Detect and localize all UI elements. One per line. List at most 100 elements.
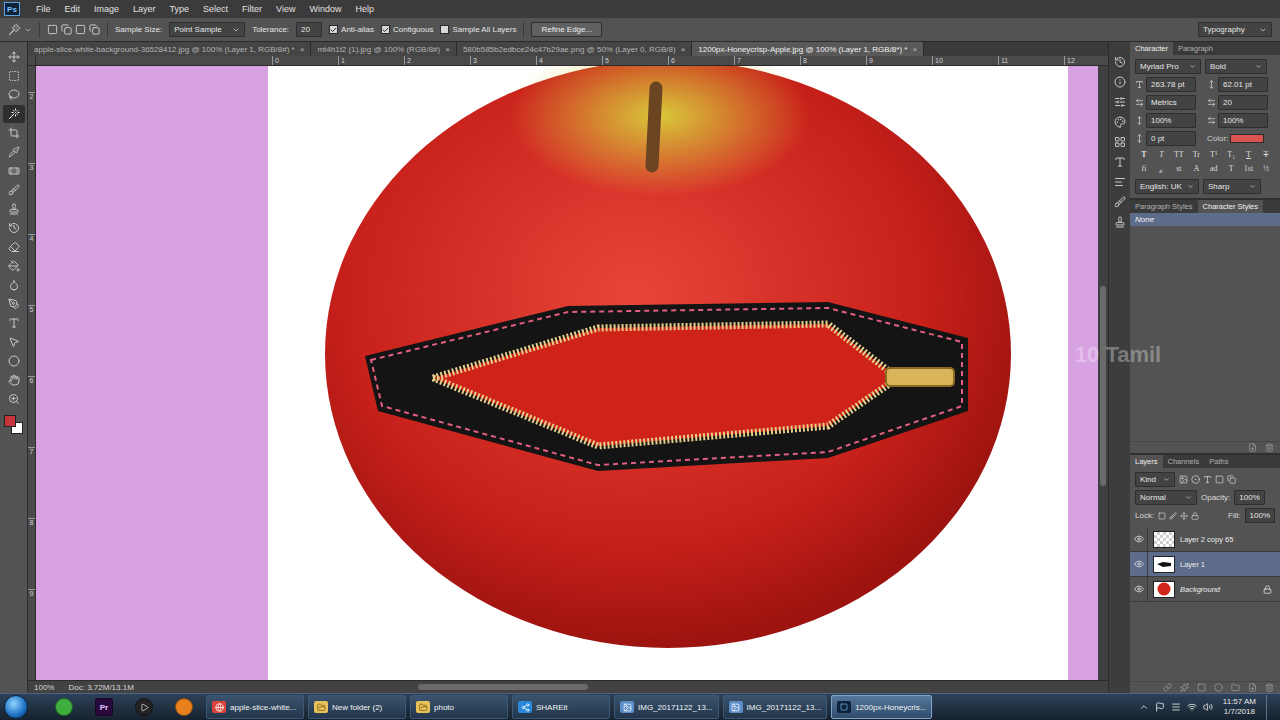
pinned-app[interactable]: Pr [86,695,122,720]
taskbar-window[interactable]: photo [410,695,508,719]
option-checkbox[interactable]: Contiguous [381,25,433,34]
tab-close[interactable]: × [445,45,450,54]
vertical-scrollbar[interactable] [1098,66,1108,680]
shape-filter-icon[interactable] [1215,475,1224,484]
layer-row[interactable]: Layer 1 [1130,552,1280,577]
font-family-dropdown[interactable]: Myriad Pro [1135,59,1201,74]
checkbox[interactable] [381,25,390,34]
document-tab[interactable]: mt4h1t2 (1).jpg @ 100% (RGB/8#)× [311,42,457,56]
panel-tab[interactable]: Layers [1130,455,1163,468]
lock-position-icon[interactable] [1180,512,1188,520]
info-icon[interactable] [1114,76,1126,88]
baseline-field[interactable]: 0 pt [1146,131,1196,146]
image-canvas[interactable] [268,66,1068,680]
pixel-filter-icon[interactable] [1179,475,1188,484]
panel-tab[interactable]: Character [1130,42,1173,55]
menu-item[interactable]: Type [164,3,196,15]
fill-field[interactable]: 100% [1245,508,1275,523]
clock[interactable]: 11:57 AM1/7/2018 [1219,697,1260,717]
adjustment-filter-icon[interactable] [1191,475,1200,484]
show-hidden-icon[interactable] [1139,702,1149,712]
menu-item[interactable]: Window [303,3,347,15]
tool-button[interactable] [3,86,25,104]
layer-row[interactable]: Layer 2 copy 65 [1130,527,1280,552]
tool-button[interactable] [3,352,25,370]
smart-filter-icon[interactable] [1227,475,1236,484]
menu-item[interactable]: Edit [59,3,87,15]
layer-mask-icon[interactable] [1197,683,1206,692]
scroll-thumb[interactable] [1100,286,1106,486]
lock-all-icon[interactable] [1191,512,1199,520]
leading-field[interactable]: 62.01 pt [1218,77,1268,92]
type-style-button[interactable]: T [1243,150,1255,159]
horizontal-scale-field[interactable]: 100% [1218,113,1268,128]
menu-item[interactable]: Help [349,3,380,15]
blend-mode-dropdown[interactable]: Normal [1135,490,1197,505]
tool-button[interactable] [3,295,25,313]
tool-button[interactable] [3,219,25,237]
menu-item[interactable]: Image [88,3,125,15]
link-layers-icon[interactable] [1163,683,1172,692]
taskbar-window[interactable]: New folder (2) [308,695,406,719]
document-tab[interactable]: 1200px-Honeycrisp-Apple.jpg @ 100% (Laye… [692,42,924,56]
action-center-icon[interactable] [1155,702,1165,712]
tab-close[interactable]: × [912,45,917,54]
adjustment-layer-icon[interactable] [1214,683,1223,692]
intersect-selection-icon[interactable] [89,24,100,35]
add-selection-icon[interactable] [61,24,72,35]
visibility-toggle[interactable] [1130,527,1148,551]
menu-item[interactable]: Select [197,3,234,15]
option-checkbox[interactable]: Anti-alias [329,25,374,34]
grid-icon[interactable] [1114,136,1126,148]
tool-button[interactable] [3,200,25,218]
opentype-button[interactable]: fi [1138,164,1150,175]
taskbar-window[interactable]: IMG_20171122_13... [614,695,719,719]
foreground-color[interactable] [4,415,16,427]
taskbar-window[interactable]: IMG_20171122_13... [723,695,828,719]
type-style-button[interactable]: T [1155,150,1167,159]
type-style-button[interactable]: TT [1173,150,1185,159]
type-icon[interactable] [1114,156,1126,168]
document-tab[interactable]: apple-slice-white-background-36528412.jp… [28,42,311,56]
tab-close[interactable]: × [300,45,305,54]
opentype-button[interactable]: A [1190,164,1202,175]
opacity-field[interactable]: 100% [1234,490,1264,505]
antialias-dropdown[interactable]: Sharp [1203,179,1261,194]
opentype-button[interactable]: 1st [1243,164,1255,175]
lock-pixels-icon[interactable] [1169,512,1177,520]
stamp-icon[interactable] [1114,216,1126,228]
document-tab[interactable]: 580b585b2edbce24c47b29ae.png @ 50% (Laye… [457,42,692,56]
lock-transparency-icon[interactable] [1158,512,1166,520]
tool-button[interactable] [3,124,25,142]
panel-tab[interactable]: Channels [1163,455,1205,468]
visibility-toggle[interactable] [1130,577,1148,601]
new-selection-icon[interactable] [47,24,58,35]
checkbox[interactable] [440,25,449,34]
menu-item[interactable]: Layer [127,3,162,15]
tool-button[interactable] [3,143,25,161]
tool-button[interactable] [3,314,25,332]
tool-button[interactable] [3,181,25,199]
font-style-dropdown[interactable]: Bold [1205,59,1267,74]
type-style-button[interactable]: T [1260,150,1272,159]
panel-tab[interactable]: Paths [1204,455,1233,468]
tolerance-field[interactable]: 20 [296,22,322,37]
workspace-dropdown[interactable]: Typography [1198,22,1272,37]
tool-button[interactable] [3,371,25,389]
color-swatches[interactable] [4,415,24,435]
opentype-button[interactable]: ℴ [1155,164,1167,175]
zipper-pull[interactable] [886,368,954,386]
horizontal-scroll-thumb[interactable] [418,684,588,690]
keyboard-icon[interactable] [1171,702,1181,712]
layer-style-icon[interactable] [1180,683,1189,692]
panel-tab[interactable]: Character Styles [1198,200,1263,213]
tool-button[interactable] [3,162,25,180]
kerning-field[interactable]: Metrics [1146,95,1196,110]
refine-edge-button[interactable]: Refine Edge... [531,22,602,37]
swatches-icon[interactable] [1114,116,1126,128]
new-style-icon[interactable] [1248,443,1257,452]
tool-button[interactable] [3,257,25,275]
network-icon[interactable] [1187,702,1197,712]
checkbox[interactable] [329,25,338,34]
tool-button[interactable] [3,238,25,256]
